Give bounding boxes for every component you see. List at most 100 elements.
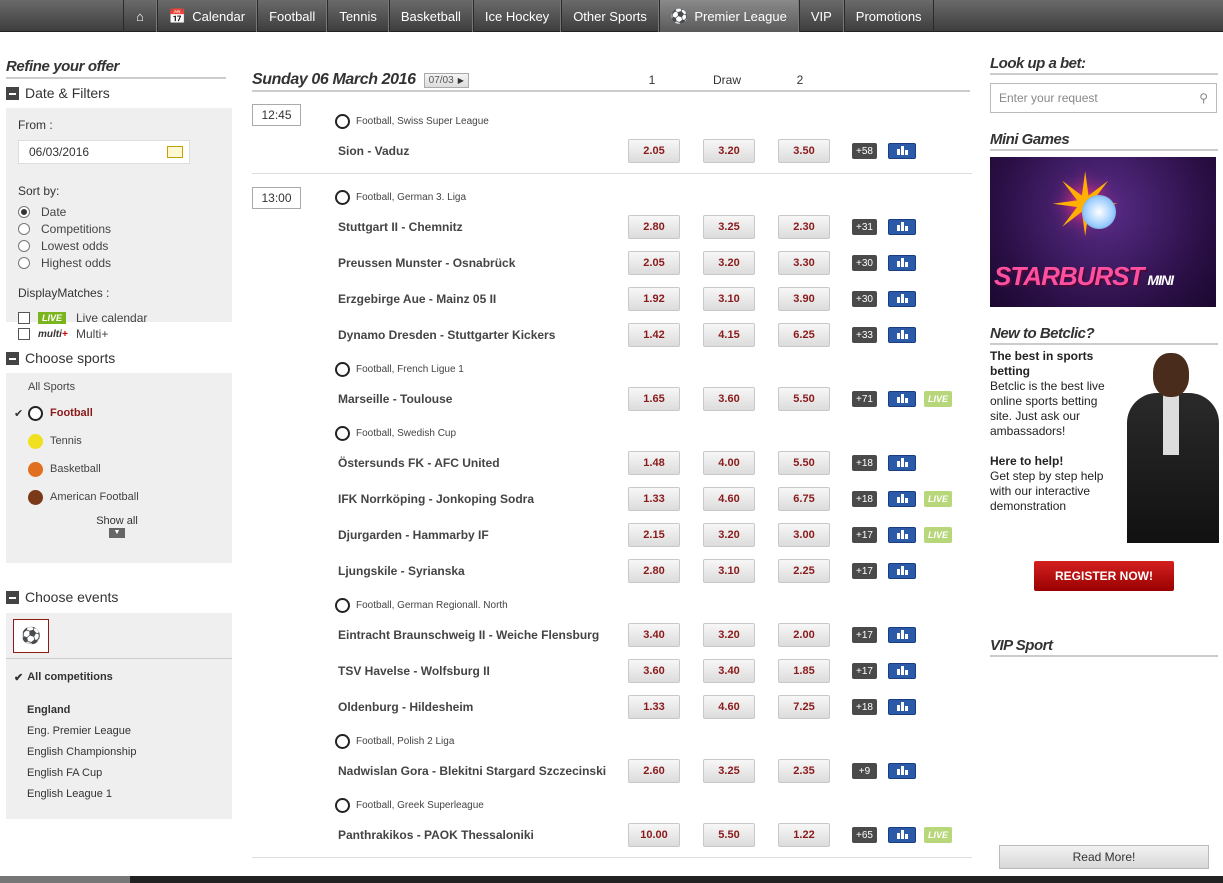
odd-home-button[interactable]: 3.60 xyxy=(628,659,680,683)
nav-basketball[interactable]: Basketball xyxy=(388,0,473,32)
odd-home-button[interactable]: 2.05 xyxy=(628,251,680,275)
match-name[interactable]: Erzgebirge Aue - Mainz 05 II xyxy=(338,292,496,306)
match-name[interactable]: Panthrakikos - PAOK Thessaloniki xyxy=(338,828,534,842)
more-bets-button[interactable]: +58 xyxy=(852,143,877,159)
all-sports-link[interactable]: All Sports xyxy=(14,381,220,397)
stats-icon[interactable] xyxy=(888,563,916,579)
match-name[interactable]: Nadwislan Gora - Blekitni Stargard Szcze… xyxy=(338,764,606,778)
live-badge[interactable]: LIVE xyxy=(924,391,952,407)
live-calendar-checkbox[interactable]: LIVE Live calendar xyxy=(18,310,220,326)
odd-draw-button[interactable]: 4.15 xyxy=(703,323,755,347)
stats-icon[interactable] xyxy=(888,455,916,471)
odd-away-button[interactable]: 5.50 xyxy=(778,451,830,475)
stats-icon[interactable] xyxy=(888,219,916,235)
odd-draw-button[interactable]: 3.10 xyxy=(703,559,755,583)
stats-icon[interactable] xyxy=(888,491,916,507)
stats-icon[interactable] xyxy=(888,627,916,643)
nav-vip[interactable]: VIP xyxy=(798,0,844,32)
more-bets-button[interactable]: +71 xyxy=(852,391,877,407)
competition-eng-premier-league[interactable]: Eng. Premier League xyxy=(6,720,232,741)
nav-premier-league[interactable]: ⚽ Premier League xyxy=(658,0,799,32)
odd-draw-button[interactable]: 4.60 xyxy=(703,695,755,719)
odd-home-button[interactable]: 2.15 xyxy=(628,523,680,547)
odd-away-button[interactable]: 6.25 xyxy=(778,323,830,347)
match-name[interactable]: Oldenburg - Hildesheim xyxy=(338,700,473,714)
odd-away-button[interactable]: 5.50 xyxy=(778,387,830,411)
more-bets-button[interactable]: +17 xyxy=(852,663,877,679)
search-icon[interactable]: ⚲ xyxy=(1199,91,1208,105)
stats-icon[interactable] xyxy=(888,763,916,779)
match-name[interactable]: Djurgarden - Hammarby IF xyxy=(338,528,489,542)
more-bets-button[interactable]: +33 xyxy=(852,327,877,343)
match-name[interactable]: Preussen Munster - Osnabrück xyxy=(338,256,515,270)
nav-football[interactable]: Football xyxy=(257,0,328,32)
odd-away-button[interactable]: 3.30 xyxy=(778,251,830,275)
scrollbar-thumb[interactable] xyxy=(0,876,130,883)
match-name[interactable]: Ljungskile - Syrianska xyxy=(338,564,465,578)
odd-away-button[interactable]: 7.25 xyxy=(778,695,830,719)
nav-tennis[interactable]: Tennis xyxy=(327,0,389,32)
odd-home-button[interactable]: 3.40 xyxy=(628,623,680,647)
odd-draw-button[interactable]: 5.50 xyxy=(703,823,755,847)
live-badge[interactable]: LIVE xyxy=(924,527,952,543)
stats-icon[interactable] xyxy=(888,255,916,271)
football-event-button[interactable]: ⚽ xyxy=(13,619,49,653)
starburst-promo-banner[interactable]: ✴ STARBURSTMINI xyxy=(990,157,1216,307)
odd-away-button[interactable]: 6.75 xyxy=(778,487,830,511)
odd-away-button[interactable]: 1.22 xyxy=(778,823,830,847)
sport-item-american-football[interactable]: American Football xyxy=(14,483,220,511)
horizontal-scrollbar[interactable] xyxy=(0,876,1223,883)
sport-item-tennis[interactable]: Tennis xyxy=(14,427,220,455)
competition-english-fa-cup[interactable]: English FA Cup xyxy=(6,762,232,783)
competition-english-championship[interactable]: English Championship xyxy=(6,741,232,762)
odd-draw-button[interactable]: 3.40 xyxy=(703,659,755,683)
more-bets-button[interactable]: +31 xyxy=(852,219,877,235)
stats-icon[interactable] xyxy=(888,699,916,715)
stats-icon[interactable] xyxy=(888,143,916,159)
odd-away-button[interactable]: 2.00 xyxy=(778,623,830,647)
from-date-input[interactable]: 06/03/2016 xyxy=(18,140,190,164)
odd-draw-button[interactable]: 3.60 xyxy=(703,387,755,411)
match-name[interactable]: Östersunds FK - AFC United xyxy=(338,456,500,470)
match-name[interactable]: Stuttgart II - Chemnitz xyxy=(338,220,463,234)
next-day-button[interactable]: 07/03 ▶ xyxy=(423,72,469,88)
more-bets-button[interactable]: +30 xyxy=(852,291,877,307)
multi-checkbox[interactable]: multi+ Multi+ xyxy=(18,326,220,342)
odd-away-button[interactable]: 2.25 xyxy=(778,559,830,583)
home-button[interactable]: ⌂ xyxy=(123,0,157,32)
more-bets-button[interactable]: +9 xyxy=(852,763,877,779)
match-name[interactable]: Dynamo Dresden - Stuttgarter Kickers xyxy=(338,328,555,342)
stats-icon[interactable] xyxy=(888,291,916,307)
odd-draw-button[interactable]: 3.20 xyxy=(703,623,755,647)
match-name[interactable]: IFK Norrköping - Jonkoping Sodra xyxy=(338,492,534,506)
odd-home-button[interactable]: 1.33 xyxy=(628,695,680,719)
odd-draw-button[interactable]: 3.20 xyxy=(703,251,755,275)
odd-draw-button[interactable]: 3.20 xyxy=(703,523,755,547)
choose-sports-header[interactable]: Choose sports xyxy=(6,347,232,369)
sport-item-football[interactable]: ✔ Football xyxy=(14,399,220,427)
nav-calendar[interactable]: 📅 Calendar xyxy=(156,0,258,32)
odd-home-button[interactable]: 2.60 xyxy=(628,759,680,783)
match-name[interactable]: TSV Havelse - Wolfsburg II xyxy=(338,664,490,678)
all-competitions-link[interactable]: ✔ All competitions xyxy=(6,667,232,687)
odd-away-button[interactable]: 3.90 xyxy=(778,287,830,311)
odd-away-button[interactable]: 3.00 xyxy=(778,523,830,547)
register-button[interactable]: REGISTER NOW! xyxy=(1034,561,1174,591)
live-badge[interactable]: LIVE xyxy=(924,491,952,507)
odd-home-button[interactable]: 1.65 xyxy=(628,387,680,411)
sort-option-competitions[interactable]: Competitions xyxy=(18,220,220,237)
odd-draw-button[interactable]: 3.25 xyxy=(703,215,755,239)
show-all-link[interactable]: Show all ▼ xyxy=(14,515,220,538)
nav-promotions[interactable]: Promotions xyxy=(843,0,934,32)
nav-ice-hockey[interactable]: Ice Hockey xyxy=(472,0,562,32)
choose-events-header[interactable]: Choose events xyxy=(6,586,232,608)
odd-home-button[interactable]: 1.33 xyxy=(628,487,680,511)
more-bets-button[interactable]: +65 xyxy=(852,827,877,843)
odd-away-button[interactable]: 3.50 xyxy=(778,139,830,163)
odd-home-button[interactable]: 1.92 xyxy=(628,287,680,311)
stats-icon[interactable] xyxy=(888,327,916,343)
stats-icon[interactable] xyxy=(888,663,916,679)
sport-item-basketball[interactable]: Basketball xyxy=(14,455,220,483)
more-bets-button[interactable]: +18 xyxy=(852,699,877,715)
odd-home-button[interactable]: 1.48 xyxy=(628,451,680,475)
